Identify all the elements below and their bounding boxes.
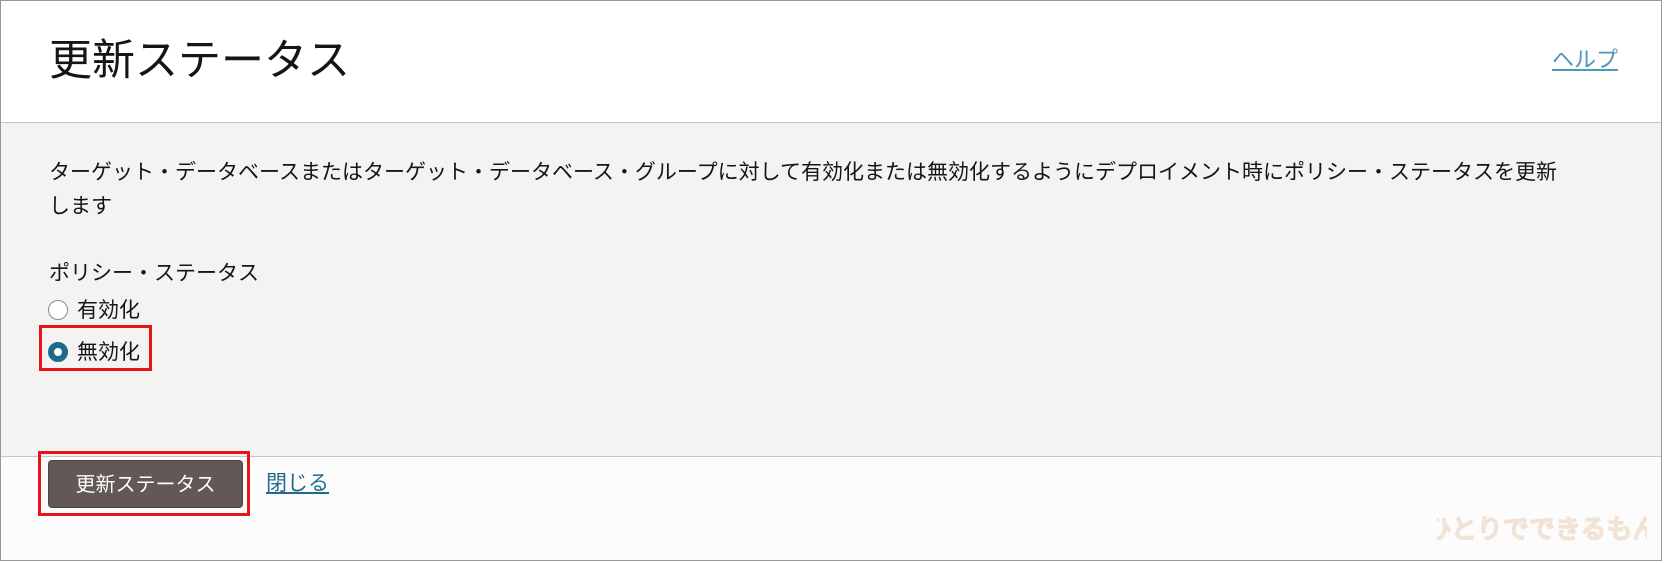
dialog-header: 更新ステータス ヘルプ bbox=[1, 1, 1661, 123]
policy-status-label: ポリシー・ステータス bbox=[49, 261, 259, 285]
dialog-description: ターゲット・データベースまたはターゲット・データベース・グループに対して有効化ま… bbox=[49, 160, 1558, 218]
radio-label-enable: 有効化 bbox=[77, 298, 140, 322]
radio-option-disable[interactable]: 無効化 bbox=[48, 338, 140, 366]
radio-option-enable[interactable]: 有効化 bbox=[48, 296, 140, 324]
dialog-footer: 更新ステータス 閉じる bbox=[1, 457, 1661, 562]
dialog-body: ターゲット・データベースまたはターゲット・データベース・グループに対して有効化ま… bbox=[1, 123, 1661, 457]
radio-button-enable[interactable] bbox=[48, 300, 68, 320]
update-status-dialog: 更新ステータス ヘルプ ターゲット・データベースまたはターゲット・データベース・… bbox=[0, 0, 1662, 561]
dialog-title: 更新ステータス bbox=[49, 36, 350, 86]
close-link[interactable]: 閉じる bbox=[266, 469, 329, 497]
update-status-button[interactable]: 更新ステータス bbox=[48, 460, 243, 508]
help-link[interactable]: ヘルプ bbox=[1552, 47, 1618, 75]
radio-button-disable[interactable] bbox=[48, 342, 68, 362]
radio-label-disable: 無効化 bbox=[77, 340, 140, 364]
